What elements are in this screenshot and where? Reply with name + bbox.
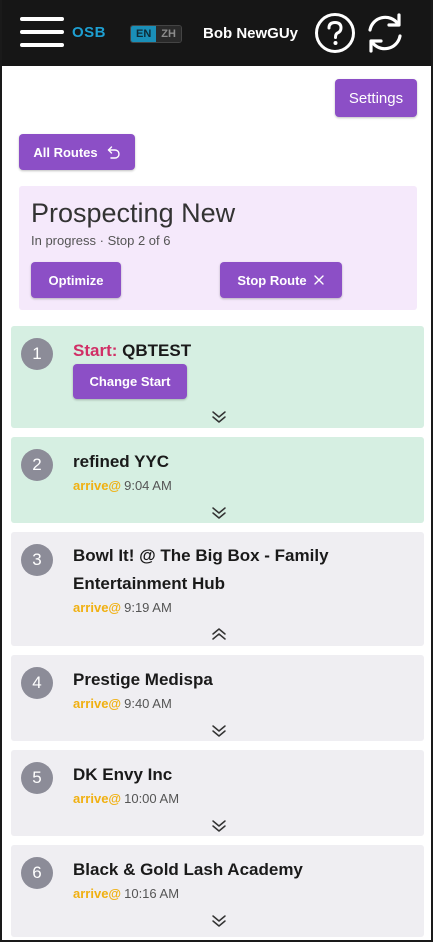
chevron-double-down-icon[interactable] — [211, 819, 227, 833]
stop-number-badge: 3 — [21, 544, 53, 576]
arrive-time: arrive@ 10:16 AM — [73, 886, 179, 901]
stop-card[interactable]: 4 Prestige Medispa arrive@ 9:40 AM — [11, 655, 424, 741]
stop-name: Black & Gold Lash Academy — [73, 860, 303, 879]
stop-number-badge: 1 — [21, 338, 53, 370]
route-summary-card: Prospecting New In progress · Stop 2 of … — [19, 186, 417, 310]
all-routes-button[interactable]: All Routes — [19, 134, 135, 170]
top-bar: OSB EN ZH Bob NewGUy — [2, 0, 431, 66]
stop-card[interactable]: 5 DK Envy Inc arrive@ 10:00 AM — [11, 750, 424, 836]
chevron-double-down-icon[interactable] — [211, 506, 227, 520]
stop-card[interactable]: 3 Bowl It! @ The Big Box - Family Entert… — [11, 532, 424, 646]
arrive-time-value: 9:40 AM — [124, 696, 172, 711]
arrive-time: arrive@ 10:00 AM — [73, 791, 179, 806]
menu-icon[interactable] — [20, 14, 66, 48]
stop-name: Prestige Medispa — [73, 670, 213, 689]
stop-name-line1: Bowl It! @ The Big Box - Family — [73, 546, 329, 565]
arrive-time: arrive@ 9:40 AM — [73, 696, 172, 711]
sync-icon[interactable] — [363, 12, 407, 54]
close-icon — [313, 275, 324, 285]
language-toggle[interactable]: EN ZH — [130, 25, 182, 43]
chevron-double-down-icon[interactable] — [211, 724, 227, 738]
user-name: Bob NewGUy — [203, 25, 299, 42]
arrive-label: arrive@ — [73, 478, 122, 493]
arrive-time: arrive@ 9:19 AM — [73, 600, 172, 615]
chevron-double-down-icon[interactable] — [211, 914, 227, 928]
arrive-time-value: 9:19 AM — [124, 600, 172, 615]
arrive-label: arrive@ — [73, 600, 122, 615]
start-label: Start: — [73, 341, 118, 360]
stop-name: refined YYC — [73, 452, 170, 471]
route-status: In progress · Stop 2 of 6 — [31, 233, 171, 248]
route-title: Prospecting New — [31, 198, 236, 228]
lang-en-option[interactable]: EN — [131, 26, 157, 42]
arrive-time: arrive@ 9:04 AM — [73, 478, 172, 493]
app-frame: OSB EN ZH Bob NewGUy Settings All Routes — [0, 0, 433, 942]
change-start-button[interactable]: Change Start — [73, 364, 187, 399]
arrive-label: arrive@ — [73, 886, 122, 901]
undo-arrow-icon — [107, 145, 120, 159]
arrive-label: arrive@ — [73, 696, 122, 711]
arrive-time-value: 9:04 AM — [124, 478, 172, 493]
stop-name-line2: Entertainment Hub — [73, 574, 226, 593]
stop-name: DK Envy Inc — [73, 765, 173, 784]
arrive-label: arrive@ — [73, 791, 122, 806]
brand-logo: OSB — [72, 24, 107, 41]
stop-name-text: QBTEST — [122, 341, 192, 360]
stop-number-badge: 2 — [21, 449, 53, 481]
optimize-button[interactable]: Optimize — [31, 262, 121, 298]
stop-number-badge: 4 — [21, 667, 53, 699]
stop-card[interactable]: 1 Start: QBTEST Change Start — [11, 326, 424, 428]
stop-route-button[interactable]: Stop Route — [220, 262, 342, 298]
stop-card[interactable]: 2 refined YYC arrive@ 9:04 AM — [11, 437, 424, 523]
stop-route-label: Stop Route — [237, 272, 307, 288]
help-icon[interactable] — [314, 12, 356, 54]
arrive-time-value: 10:16 AM — [124, 886, 180, 901]
stop-number-badge: 6 — [21, 857, 53, 889]
arrive-time-value: 10:00 AM — [124, 791, 180, 806]
stop-card[interactable]: 6 Black & Gold Lash Academy arrive@ 10:16… — [11, 845, 424, 937]
all-routes-label: All Routes — [33, 144, 98, 160]
stop-name: Start: QBTEST — [73, 337, 191, 365]
lang-zh-option[interactable]: ZH — [156, 26, 181, 42]
chevron-double-up-icon[interactable] — [211, 627, 227, 641]
settings-button[interactable]: Settings — [335, 79, 417, 117]
stop-name: Bowl It! @ The Big Box - Family Entertai… — [73, 542, 329, 598]
chevron-double-down-icon[interactable] — [211, 410, 227, 424]
stop-number-badge: 5 — [21, 762, 53, 794]
